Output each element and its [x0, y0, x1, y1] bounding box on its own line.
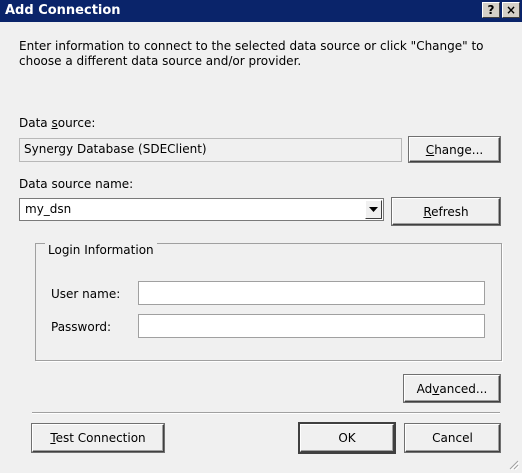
divider-line: [32, 412, 500, 414]
cancel-button[interactable]: Cancel: [405, 424, 500, 452]
test-connection-button[interactable]: Test Connection: [32, 424, 164, 452]
help-button[interactable]: ?: [482, 2, 500, 18]
resize-grip-icon[interactable]: [508, 459, 519, 470]
login-information-legend: Login Information: [45, 243, 157, 257]
window-title: Add Connection: [5, 3, 121, 18]
data-source-name-combobox[interactable]: my_dsn: [19, 198, 384, 221]
password-input[interactable]: [138, 314, 485, 338]
instructions-text: Enter information to connect to the sele…: [19, 39, 484, 68]
data-source-name-value: my_dsn: [25, 202, 72, 216]
refresh-button[interactable]: Refresh: [392, 198, 500, 225]
data-source-label: Data source:: [19, 116, 96, 130]
user-name-input[interactable]: [138, 281, 485, 305]
user-name-label: User name:: [51, 287, 121, 301]
data-source-name-label: Data source name:: [19, 177, 134, 191]
title-bar[interactable]: Add Connection ? ×: [0, 0, 522, 22]
ok-button[interactable]: OK: [300, 424, 394, 452]
add-connection-dialog: Add Connection ? × Enter information to …: [0, 0, 522, 473]
password-label: Password:: [51, 320, 112, 334]
change-button[interactable]: Change...: [409, 137, 500, 162]
close-button[interactable]: ×: [502, 2, 520, 18]
advanced-button[interactable]: Advanced...: [404, 375, 500, 402]
data-source-field: Synergy Database (SDEClient): [19, 138, 402, 162]
chevron-down-icon[interactable]: [365, 200, 382, 219]
